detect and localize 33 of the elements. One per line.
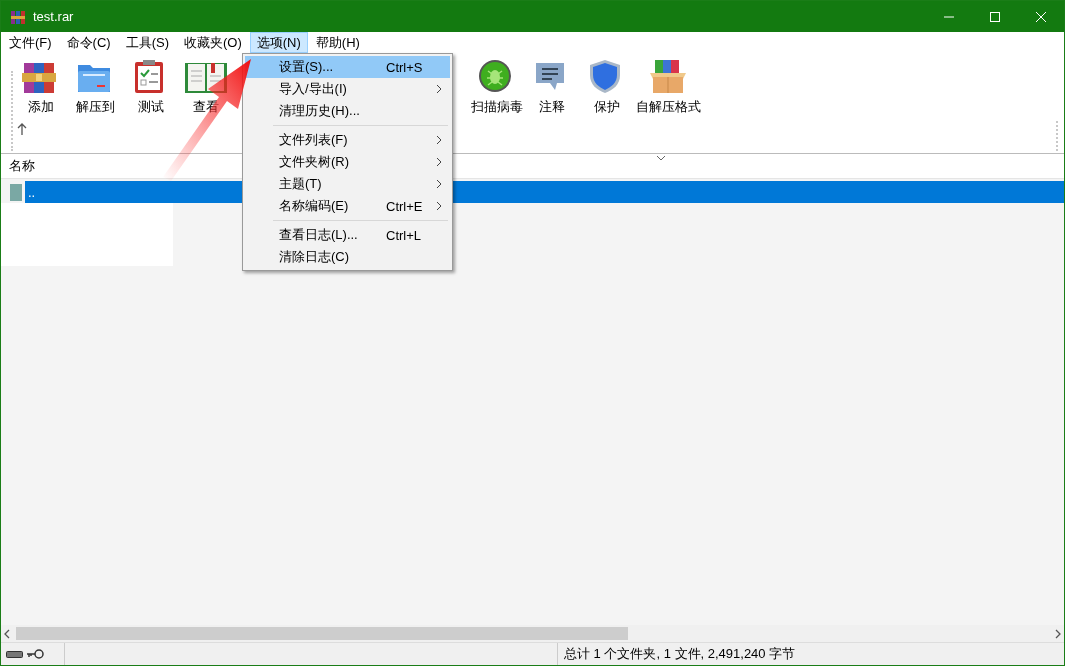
menu-item[interactable]: 文件(F) (2, 32, 59, 53)
status-text: 总计 1 个文件夹, 1 文件, 2,491,240 字节 (557, 643, 1062, 665)
toolbar-button[interactable]: 解压到 (68, 59, 123, 117)
up-arrow-icon[interactable] (17, 123, 27, 135)
drive-icon (6, 649, 24, 659)
box-icon (649, 59, 687, 95)
sort-chevron-icon (656, 155, 666, 161)
scrollbar-thumb[interactable] (16, 627, 628, 640)
column-header[interactable]: 名称 (1, 157, 35, 175)
window-title: test.rar (33, 9, 75, 24)
toolbar-button[interactable]: 添加 (13, 59, 68, 117)
menu-item[interactable]: 选项(N) (249, 32, 308, 53)
menu-item[interactable]: 收藏夹(O) (177, 32, 249, 53)
menu-option[interactable]: 查看日志(L)... Ctrl+L (245, 224, 450, 246)
toolbar-button[interactable]: 注释 (524, 59, 579, 117)
maximize-icon (990, 11, 1000, 22)
menu-option[interactable]: 导入/导出(I) (245, 78, 450, 100)
menu-option[interactable]: 文件夹树(R) (245, 151, 450, 173)
menu-option[interactable]: 清理历史(H)... (245, 100, 450, 122)
menu-option[interactable]: 清除日志(C) (245, 246, 450, 268)
toolbar-button[interactable]: 自解压格式 (634, 59, 702, 117)
app-icon (10, 8, 26, 25)
key-icon (26, 649, 44, 659)
menu-option[interactable]: 设置(S)... Ctrl+S (245, 56, 450, 78)
toolbar-button[interactable]: 测试 (123, 59, 178, 117)
toolbar-button[interactable]: 保护 (579, 59, 634, 117)
close-icon (1036, 11, 1046, 22)
toolbar-button[interactable]: 扫描病毒 (469, 59, 524, 117)
menu-option[interactable]: 文件列表(F) (245, 129, 450, 151)
menu-item[interactable]: 帮助(H) (308, 32, 367, 53)
menu-item[interactable]: 命令(C) (59, 32, 118, 53)
menu-item[interactable]: 工具(S) (118, 32, 176, 53)
folder-icon (10, 183, 22, 201)
